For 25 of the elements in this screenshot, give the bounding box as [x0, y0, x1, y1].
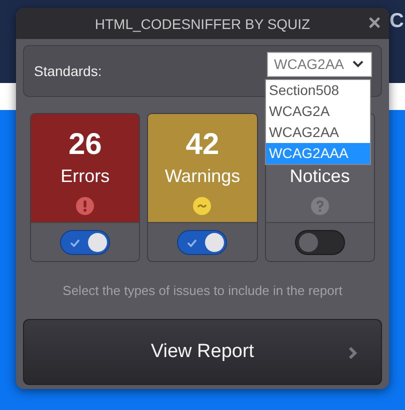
- dropdown-option[interactable]: Section508: [266, 80, 370, 101]
- tilde-icon: [193, 197, 212, 215]
- close-button[interactable]: ×: [368, 11, 381, 35]
- check-icon: [187, 238, 198, 246]
- chevron-down-icon: [352, 60, 364, 68]
- issue-count: 42: [186, 128, 220, 162]
- dropdown-option[interactable]: WCAG2A: [266, 101, 370, 122]
- window-title: HTML_CODESNIFFER BY SQUIZ: [94, 16, 310, 32]
- toggle-switch[interactable]: [177, 230, 228, 254]
- chevron-right-icon: [348, 346, 357, 360]
- issue-count: 26: [68, 128, 102, 162]
- header-text: C: [390, 10, 404, 33]
- dropdown-option[interactable]: WCAG2AA: [266, 122, 370, 143]
- issue-label: Errors: [60, 166, 110, 187]
- view-report-button[interactable]: View Report: [23, 319, 382, 385]
- standards-label: Standards:: [34, 63, 102, 79]
- standards-select[interactable]: WCAG2AA: [267, 52, 372, 76]
- issue-label: Notices: [290, 166, 350, 187]
- check-icon: [70, 238, 80, 246]
- toggle-switch[interactable]: [60, 230, 110, 254]
- issue-label: Warnings: [164, 166, 240, 187]
- exclamation-icon: [76, 197, 94, 215]
- toggle-switch[interactable]: [294, 230, 345, 254]
- hint-text: Select the types of issues to include in the report: [62, 283, 344, 298]
- question-icon: [310, 197, 329, 215]
